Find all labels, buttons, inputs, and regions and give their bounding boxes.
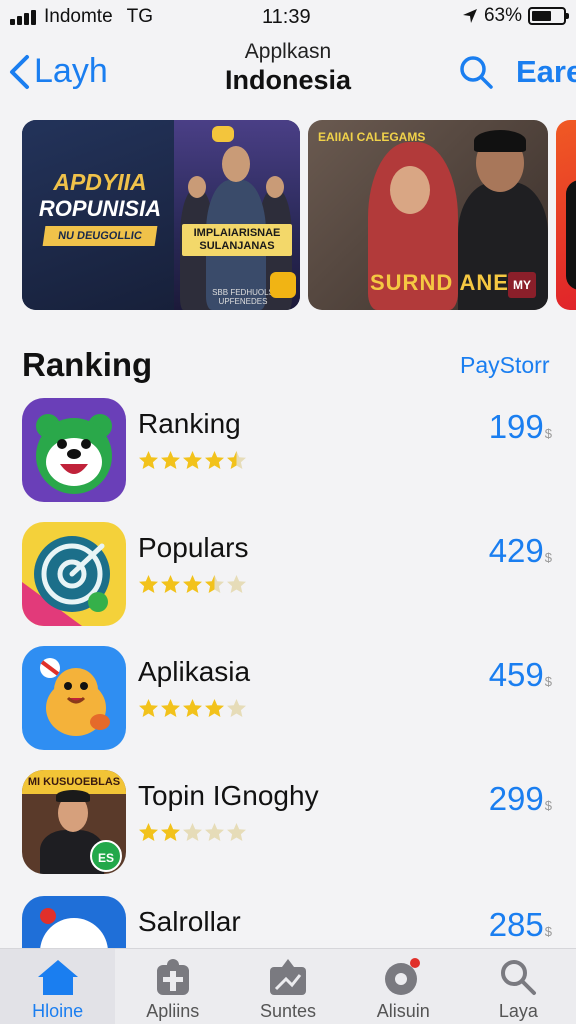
search-icon[interactable] (458, 54, 494, 90)
tab-arcade[interactable]: Alisuin (346, 949, 461, 1024)
games-icon (270, 959, 306, 995)
star-icon (139, 699, 158, 717)
list-item[interactable]: MI KUSUOEBLAS ES Topin IGnoghy 299$ (22, 770, 562, 878)
star-icon (183, 699, 202, 717)
app-price[interactable]: 299$ (489, 780, 552, 818)
star-icon (161, 823, 180, 841)
app-price[interactable]: 285$ (489, 906, 552, 944)
presenter-photo-icon: MI KUSUOEBLAS ES (22, 770, 126, 874)
rating-stars (138, 822, 247, 843)
star-icon (183, 823, 202, 841)
star-icon (205, 451, 224, 469)
star-icon (227, 823, 246, 841)
battery-icon (528, 7, 569, 25)
featured-banner-2[interactable]: EAIIAI CALEGAMS SURND ANEN MY (308, 120, 548, 310)
tab-label: Laya (498, 1001, 538, 1021)
app-logo-icon (270, 272, 296, 298)
tab-label: Hloine (32, 1001, 84, 1021)
app-name: Aplikasia (138, 656, 251, 687)
location-icon (462, 9, 477, 23)
status-bar: Indomte TG 11:39 63% (0, 0, 576, 34)
rating-stars (138, 698, 247, 719)
tab-home[interactable]: Hloine (0, 949, 116, 1024)
star-icon (183, 575, 202, 593)
app-name: Populars (138, 532, 249, 563)
app-price[interactable]: 429$ (489, 532, 552, 570)
star-icon (139, 575, 158, 593)
tab-label: Apliins (146, 1001, 200, 1021)
app-name: Topin IGnoghy (138, 780, 319, 811)
star-icon (139, 451, 158, 469)
nav-right-button[interactable]: Eare (516, 54, 576, 90)
banner-badge-icon (212, 126, 234, 142)
star-icon (227, 451, 246, 469)
hamster-mascot-icon (22, 646, 126, 750)
ball-app-icon (22, 896, 126, 948)
section-title: Ranking (22, 346, 153, 383)
star-icon (205, 575, 224, 593)
star-icon (161, 575, 180, 593)
star-icon (205, 823, 224, 841)
banner-tag: NU DEUGOLLIC (42, 226, 158, 246)
carrier-label: Indomte (44, 6, 113, 27)
signal-icon (10, 9, 36, 25)
clock: 11:39 (262, 6, 311, 28)
star-icon (227, 575, 246, 593)
search-icon (501, 960, 537, 995)
list-item[interactable]: Salrollar 285$ (22, 896, 562, 948)
tab-search[interactable]: Laya (461, 949, 576, 1024)
banner-title: SURND ANEN (370, 270, 526, 295)
app-price[interactable]: 199$ (489, 408, 552, 446)
banner-headline-2: ROPUNISIA (38, 196, 162, 221)
app-name: Salrollar (138, 906, 241, 937)
banner-sign: IMPLAIARISNAE SULANJANAS (182, 224, 292, 256)
star-icon (161, 451, 180, 469)
tab-label: Alisuin (376, 1001, 430, 1021)
home-icon (37, 960, 78, 995)
app-price[interactable]: 459$ (489, 656, 552, 694)
network-label: TG (126, 6, 154, 27)
star-icon (161, 699, 180, 717)
battery-percent: 63% (483, 5, 522, 26)
arcade-icon (385, 958, 421, 995)
banner-headline-1: APDYIIA (53, 169, 147, 195)
star-icon (205, 699, 224, 717)
app-name: Ranking (138, 408, 241, 439)
rating-stars (138, 450, 247, 471)
list-item[interactable]: Populars 429$ (22, 522, 562, 630)
featured-banner-1[interactable]: APDYIIA ROPUNISIA NU DEUGOLLIC IMPLAIARI… (22, 120, 300, 310)
tab-label: Suntes (259, 1001, 317, 1021)
star-icon (183, 451, 202, 469)
tab-apps[interactable]: Apliins (115, 949, 230, 1024)
see-all-link[interactable]: PayStorr (460, 352, 549, 379)
target-app-icon (22, 522, 126, 626)
tab-bar: Hloine Apliins Suntes Alisuin Laya (0, 948, 576, 1024)
list-item[interactable]: Ranking 199$ (22, 398, 562, 506)
bear-mascot-icon (22, 398, 126, 502)
featured-banner-3[interactable] (556, 120, 576, 310)
navigation-bar: Layh Applkasn Indonesia Eare (0, 38, 576, 114)
star-icon (227, 699, 246, 717)
icon-badge: ES (90, 840, 122, 872)
apps-icon (156, 959, 189, 995)
list-item[interactable]: Aplikasia 459$ (22, 646, 562, 754)
featured-carousel[interactable]: APDYIIA ROPUNISIA NU DEUGOLLIC IMPLAIARI… (22, 120, 576, 312)
star-icon (139, 823, 158, 841)
rating-stars (138, 574, 247, 595)
banner-logo: MY (508, 272, 536, 298)
tab-games[interactable]: Suntes (230, 949, 345, 1024)
